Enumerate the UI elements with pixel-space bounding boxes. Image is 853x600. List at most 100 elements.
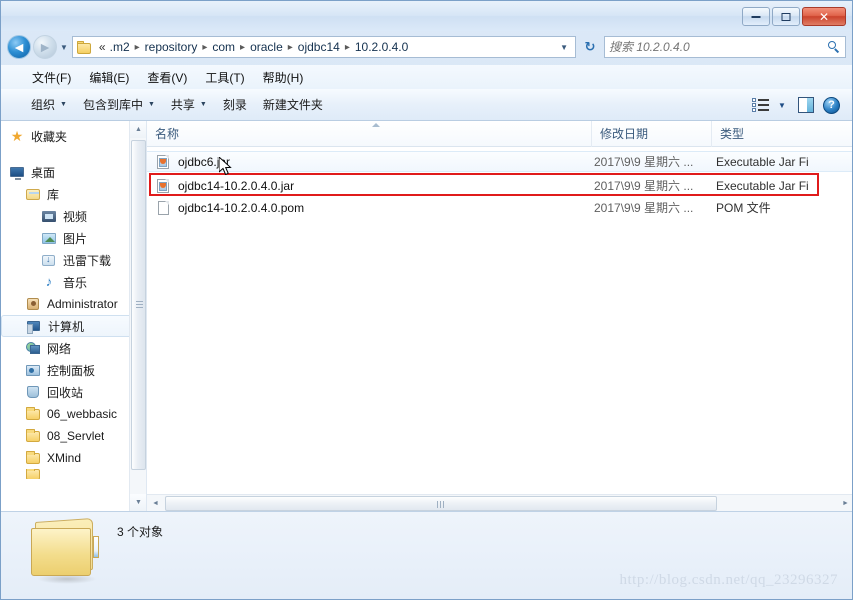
breadcrumb[interactable]: « .m2 ▸ repository ▸ com ▸ oracle ▸ ojdb… — [71, 36, 576, 58]
window-controls: ✕ — [742, 7, 846, 26]
horizontal-scrollbar-thumb[interactable] — [165, 496, 717, 511]
download-icon — [41, 252, 57, 268]
sidebar-item-xmind[interactable]: XMind — [1, 447, 146, 469]
sidebar-item-partial[interactable] — [1, 469, 146, 479]
sidebar-item-favorites[interactable]: ★ 收藏夹 — [1, 125, 146, 147]
chevron-right-icon: ▸ — [344, 41, 350, 53]
sidebar-item-recycle-bin[interactable]: 回收站 — [1, 381, 146, 403]
include-in-library-button[interactable]: 包含到库中 ▼ — [75, 92, 163, 117]
sidebar-item-label: 控制面板 — [47, 363, 96, 378]
address-bar-row: ◄ ► ▼ « .m2 ▸ repository ▸ com ▸ oracle … — [1, 31, 852, 63]
video-icon — [41, 208, 57, 224]
scroll-down-button[interactable]: ▼ — [130, 494, 146, 511]
share-button[interactable]: 共享 ▼ — [163, 92, 215, 117]
horizontal-scrollbar[interactable]: ◄ ► — [147, 494, 852, 511]
chevron-down-icon: ▼ — [199, 101, 207, 108]
back-arrow-icon: ◄ — [12, 39, 26, 55]
history-dropdown-button[interactable]: ▼ — [60, 43, 68, 52]
chevron-right-icon: ▸ — [134, 41, 140, 53]
menu-file[interactable]: 文件(F) — [23, 66, 80, 89]
column-header-date[interactable]: 修改日期 — [592, 121, 712, 147]
burn-button[interactable]: 刻录 — [215, 92, 255, 117]
chevron-right-icon: ▸ — [240, 41, 246, 53]
back-button[interactable]: ◄ — [7, 35, 31, 59]
menu-bar: 文件(F) 编辑(E) 查看(V) 工具(T) 帮助(H) — [1, 65, 852, 89]
command-toolbar: 组织 ▼ 包含到库中 ▼ 共享 ▼ 刻录 新建文件夹 ▼ ? — [1, 89, 852, 121]
sidebar-item-control-panel[interactable]: 控制面板 — [1, 359, 146, 381]
breadcrumb-item-ojdbc14[interactable]: ojdbc14 — [296, 39, 342, 55]
star-icon: ★ — [10, 128, 24, 144]
sidebar-scrollbar[interactable]: ▲ ▼ — [129, 121, 146, 511]
search-input[interactable] — [609, 40, 828, 54]
menu-view[interactable]: 查看(V) — [138, 66, 196, 89]
change-view-button[interactable] — [750, 94, 772, 116]
desktop-icon — [9, 164, 25, 180]
sidebar-item-thunder-downloads[interactable]: 迅雷下载 — [1, 249, 146, 271]
sidebar-item-videos[interactable]: 视频 — [1, 205, 146, 227]
folder-icon — [76, 40, 92, 54]
refresh-icon: ↻ — [584, 39, 596, 54]
library-icon — [25, 186, 41, 202]
control-panel-icon — [25, 362, 41, 378]
column-header-type[interactable]: 类型 — [712, 121, 852, 147]
column-header-row: 名称 修改日期 类型 — [147, 121, 852, 147]
search-box[interactable] — [604, 36, 846, 58]
sidebar-item-pictures[interactable]: 图片 — [1, 227, 146, 249]
menu-tools[interactable]: 工具(T) — [196, 66, 253, 89]
column-header-name[interactable]: 名称 — [147, 121, 592, 147]
sidebar-item-music[interactable]: ♪ 音乐 — [1, 271, 146, 293]
title-bar: ✕ — [1, 1, 852, 31]
breadcrumb-item-version[interactable]: 10.2.0.4.0 — [353, 39, 410, 55]
sidebar-item-libraries[interactable]: 库 — [1, 183, 146, 205]
breadcrumb-dropdown-icon[interactable]: ▼ — [555, 43, 573, 52]
organize-button[interactable]: 组织 ▼ — [23, 92, 75, 117]
chevron-down-icon: ▼ — [60, 101, 67, 108]
file-name-label: ojdbc6.jar — [178, 154, 231, 169]
sidebar-item-computer[interactable]: 计算机 — [1, 315, 140, 337]
menu-help[interactable]: 帮助(H) — [254, 66, 313, 89]
maximize-button[interactable] — [772, 7, 800, 26]
sidebar-item-administrator[interactable]: Administrator — [1, 293, 146, 315]
close-button[interactable]: ✕ — [802, 7, 846, 26]
table-row[interactable]: ojdbc6.jar 2017\9\9 星期六 ... Executable J… — [147, 151, 852, 172]
sidebar-item-08-servlet[interactable]: 08_Servlet — [1, 425, 146, 447]
sidebar-item-label: 08_Servlet — [47, 429, 105, 443]
breadcrumb-item-oracle[interactable]: oracle — [248, 39, 285, 55]
help-button[interactable]: ? — [820, 94, 842, 116]
breadcrumb-overflow[interactable]: « — [97, 39, 108, 55]
triangle-left-icon: ◄ — [152, 500, 159, 507]
minimize-button[interactable] — [742, 7, 770, 26]
preview-pane-button[interactable] — [794, 94, 816, 116]
table-row[interactable]: ojdbc14-10.2.0.4.0.jar 2017\9\9 星期六 ... … — [147, 175, 852, 196]
table-row[interactable]: ojdbc14-10.2.0.4.0.pom 2017\9\9 星期六 ... … — [147, 197, 852, 218]
file-date-cell: 2017\9\9 星期六 ... — [594, 179, 694, 193]
share-label: 共享 — [170, 98, 195, 112]
forward-button[interactable]: ► — [33, 35, 57, 59]
sidebar-item-desktop[interactable]: 桌面 — [1, 161, 146, 183]
scroll-up-button[interactable]: ▲ — [130, 121, 146, 138]
sidebar-scrollbar-thumb[interactable] — [131, 140, 146, 470]
menu-edit[interactable]: 编辑(E) — [80, 66, 138, 89]
status-item-count: 3 个对象 — [117, 525, 164, 539]
sidebar-item-label: 音乐 — [63, 275, 88, 290]
jar-file-icon — [155, 154, 171, 170]
sidebar-item-label: 视频 — [63, 209, 88, 224]
file-date-cell: 2017\9\9 星期六 ... — [594, 201, 694, 215]
toolbar-right-group: ▼ ? — [750, 94, 852, 116]
sidebar-item-label: 图片 — [63, 231, 88, 246]
breadcrumb-item-m2[interactable]: .m2 — [108, 39, 132, 55]
refresh-button[interactable]: ↻ — [580, 39, 600, 55]
preview-pane-icon — [798, 96, 814, 113]
sidebar-item-label: 回收站 — [47, 385, 84, 400]
new-folder-button[interactable]: 新建文件夹 — [255, 92, 331, 117]
sidebar-item-label: 网络 — [47, 341, 72, 356]
sidebar-item-network[interactable]: 网络 — [1, 337, 146, 359]
file-type-cell: Executable Jar Fi — [716, 154, 809, 169]
breadcrumb-item-com[interactable]: com — [210, 39, 237, 55]
view-dropdown-button[interactable]: ▼ — [776, 94, 790, 116]
breadcrumb-item-repository[interactable]: repository — [143, 39, 200, 55]
scroll-left-button[interactable]: ◄ — [147, 495, 164, 511]
new-folder-label: 新建文件夹 — [262, 98, 323, 112]
sidebar-item-06-webbasic[interactable]: 06_webbasic — [1, 403, 146, 425]
scroll-right-button[interactable]: ► — [837, 495, 852, 511]
